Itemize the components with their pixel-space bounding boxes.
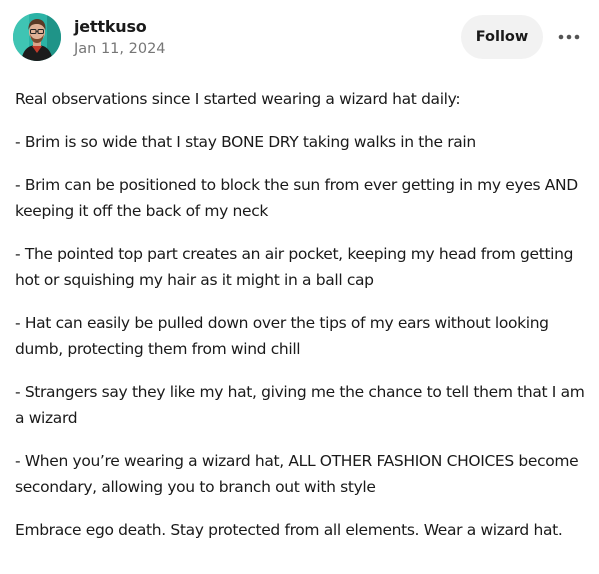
post-paragraph: - When you’re wearing a wizard hat, ALL … (15, 452, 579, 496)
post-paragraph: - The pointed top part creates an air po… (15, 245, 574, 289)
post-card: jettkuso Jan 11, 2024 Follow Real observ… (0, 0, 599, 574)
avatar[interactable] (13, 13, 61, 61)
post-paragraph: - Brim can be positioned to block the su… (15, 176, 578, 220)
post-paragraph: - Hat can easily be pulled down over the… (15, 314, 549, 358)
post-header: jettkuso Jan 11, 2024 Follow (0, 0, 599, 76)
author-name[interactable]: jettkuso (74, 17, 147, 36)
avatar-photo-icon (13, 13, 61, 61)
more-options-button[interactable] (553, 25, 585, 49)
follow-button[interactable]: Follow (461, 15, 543, 59)
post-date[interactable]: Jan 11, 2024 (74, 41, 166, 57)
post-paragraph: Real observations since I started wearin… (15, 90, 461, 108)
post-paragraph: - Strangers say they like my hat, giving… (15, 383, 585, 427)
post-paragraph: - Brim is so wide that I stay BONE DRY t… (15, 133, 476, 151)
post-paragraph: Embrace ego death. Stay protected from a… (15, 521, 563, 539)
post-body: Real observations since I started wearin… (15, 86, 587, 560)
more-horizontal-icon (558, 34, 580, 40)
